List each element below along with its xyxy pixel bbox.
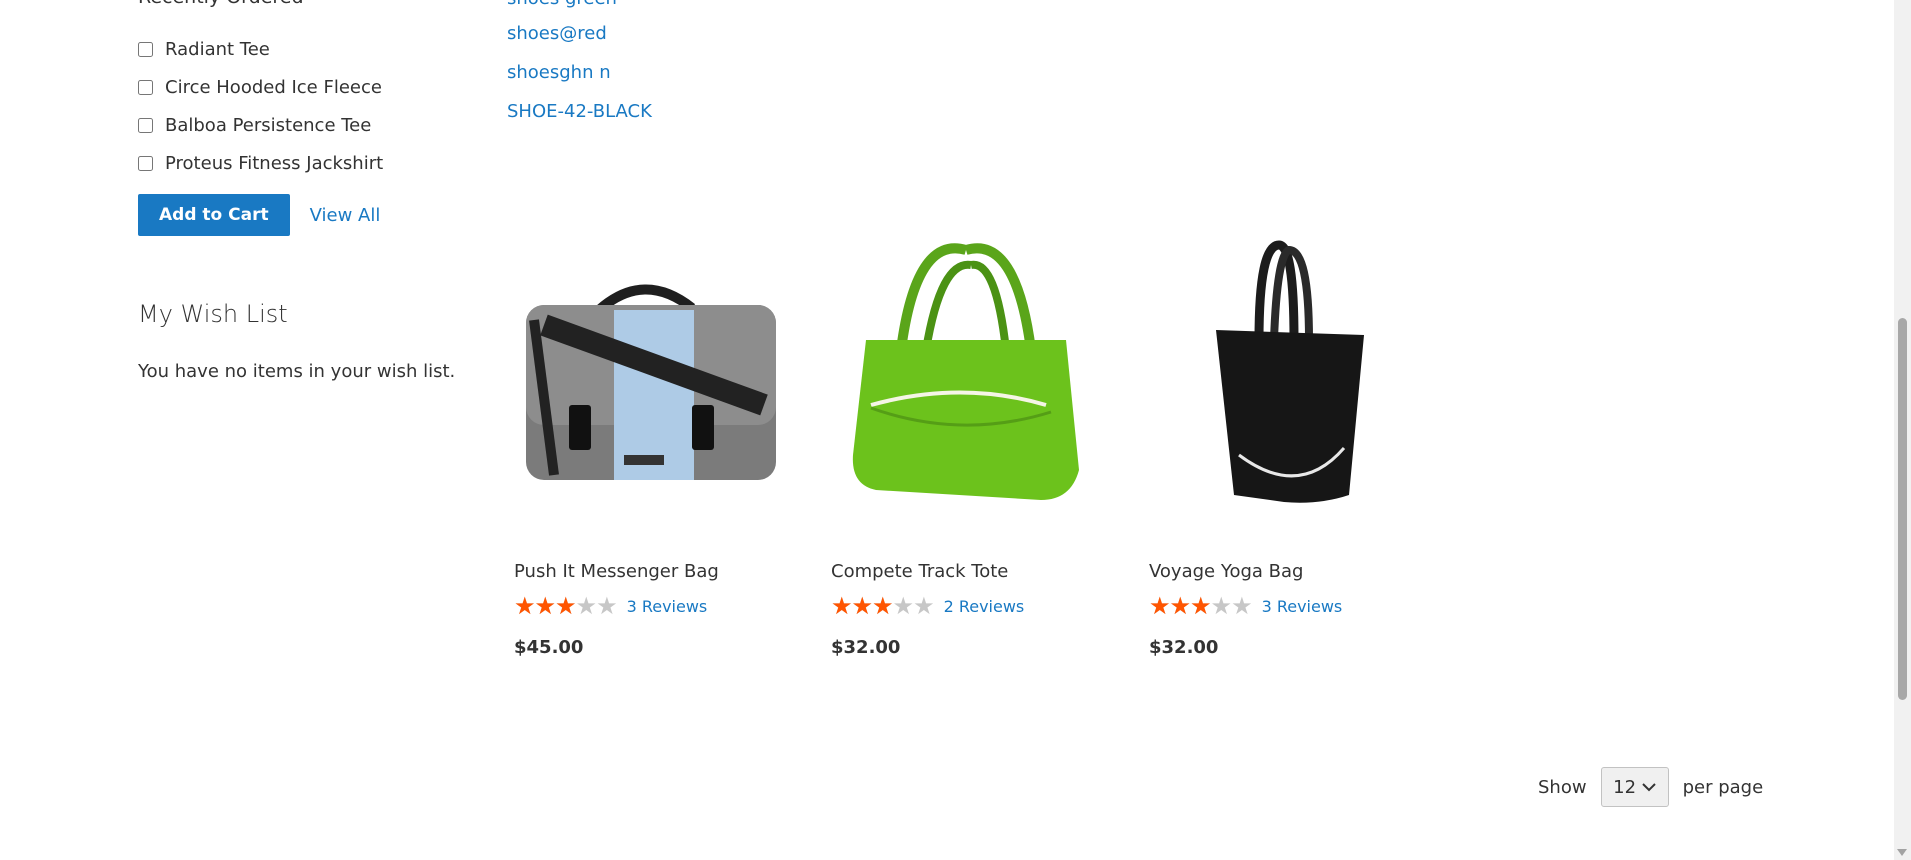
per-page-select[interactable]: 12	[1600, 767, 1669, 807]
scrollbar-thumb[interactable]	[1898, 318, 1907, 700]
product-name-link[interactable]: Push It Messenger Bag	[514, 561, 719, 582]
tag-link[interactable]: SHOE-42-BLACK	[507, 101, 652, 122]
rating-stars-fill: ★★★★★	[1149, 594, 1211, 618]
tag-link[interactable]: shoesghn n	[507, 62, 611, 83]
per-page-value: 12	[1613, 776, 1637, 798]
rating-stars: ★★★★★ ★★★★★	[514, 592, 618, 620]
item-checkbox[interactable]	[138, 117, 153, 133]
list-item: Circe Hooded Ice Fleece	[138, 68, 383, 106]
vertical-scrollbar[interactable]	[1894, 0, 1911, 860]
product-image-link[interactable]	[514, 230, 814, 520]
per-page-label: per page	[1682, 776, 1764, 798]
rating-stars: ★★★★★ ★★★★★	[831, 592, 935, 620]
reviews-link[interactable]: 3 Reviews	[627, 597, 708, 616]
product-price: $45.00	[514, 637, 584, 658]
show-label: Show	[1538, 776, 1587, 798]
product-rating: ★★★★★ ★★★★★ 2 Reviews	[831, 594, 1024, 618]
wishlist-title: My Wish List	[138, 300, 288, 328]
recently-ordered-list: Radiant Tee Circe Hooded Ice Fleece Balb…	[138, 30, 383, 182]
item-checkbox[interactable]	[138, 79, 153, 95]
list-item: Balboa Persistence Tee	[138, 106, 383, 144]
tag-link[interactable]: shoes green	[507, 0, 617, 9]
product-price: $32.00	[831, 637, 901, 658]
product-rating: ★★★★★ ★★★★★ 3 Reviews	[1149, 594, 1342, 618]
scroll-down-arrow-icon[interactable]	[1897, 849, 1907, 856]
sidebar-actions: Add to Cart View All	[138, 194, 380, 236]
list-item: Radiant Tee	[138, 30, 383, 68]
toolbar-limiter: Show 12 per page	[1538, 767, 1763, 807]
product-price: $32.00	[1149, 637, 1219, 658]
reviews-link[interactable]: 3 Reviews	[1262, 597, 1343, 616]
item-label: Balboa Persistence Tee	[165, 114, 372, 136]
product-name-link[interactable]: Voyage Yoga Bag	[1149, 561, 1303, 582]
tote-bag-image	[1216, 240, 1364, 503]
view-all-link[interactable]: View All	[310, 205, 381, 226]
rating-stars: ★★★★★ ★★★★★	[1149, 592, 1253, 620]
add-to-cart-button[interactable]: Add to Cart	[138, 194, 290, 236]
item-label: Proteus Fitness Jackshirt	[165, 152, 384, 174]
product-card: Voyage Yoga Bag ★★★★★ ★★★★★ 3 Reviews $3…	[1149, 230, 1449, 658]
rating-stars-fill: ★★★★★	[831, 594, 893, 618]
item-label: Circe Hooded Ice Fleece	[165, 76, 382, 98]
product-image-link[interactable]	[1149, 230, 1449, 520]
item-checkbox[interactable]	[138, 41, 153, 57]
recently-ordered-title: Recently Ordered	[138, 0, 304, 8]
tag-link[interactable]: shoes@red	[507, 23, 607, 44]
product-image-link[interactable]	[831, 230, 1131, 520]
item-checkbox[interactable]	[138, 155, 153, 171]
chevron-down-icon	[1642, 783, 1656, 792]
duffle-bag-image	[852, 243, 1079, 500]
wishlist-empty-message: You have no items in your wish list.	[138, 361, 456, 382]
messenger-bag-image	[526, 284, 776, 480]
product-card: Push It Messenger Bag ★★★★★ ★★★★★ 3 Revi…	[514, 230, 814, 658]
item-label: Radiant Tee	[165, 38, 270, 60]
product-card: Compete Track Tote ★★★★★ ★★★★★ 2 Reviews…	[831, 230, 1131, 658]
product-rating: ★★★★★ ★★★★★ 3 Reviews	[514, 594, 707, 618]
rating-stars-fill: ★★★★★	[514, 594, 576, 618]
product-name-link[interactable]: Compete Track Tote	[831, 561, 1008, 582]
reviews-link[interactable]: 2 Reviews	[944, 597, 1025, 616]
list-item: Proteus Fitness Jackshirt	[138, 144, 383, 182]
